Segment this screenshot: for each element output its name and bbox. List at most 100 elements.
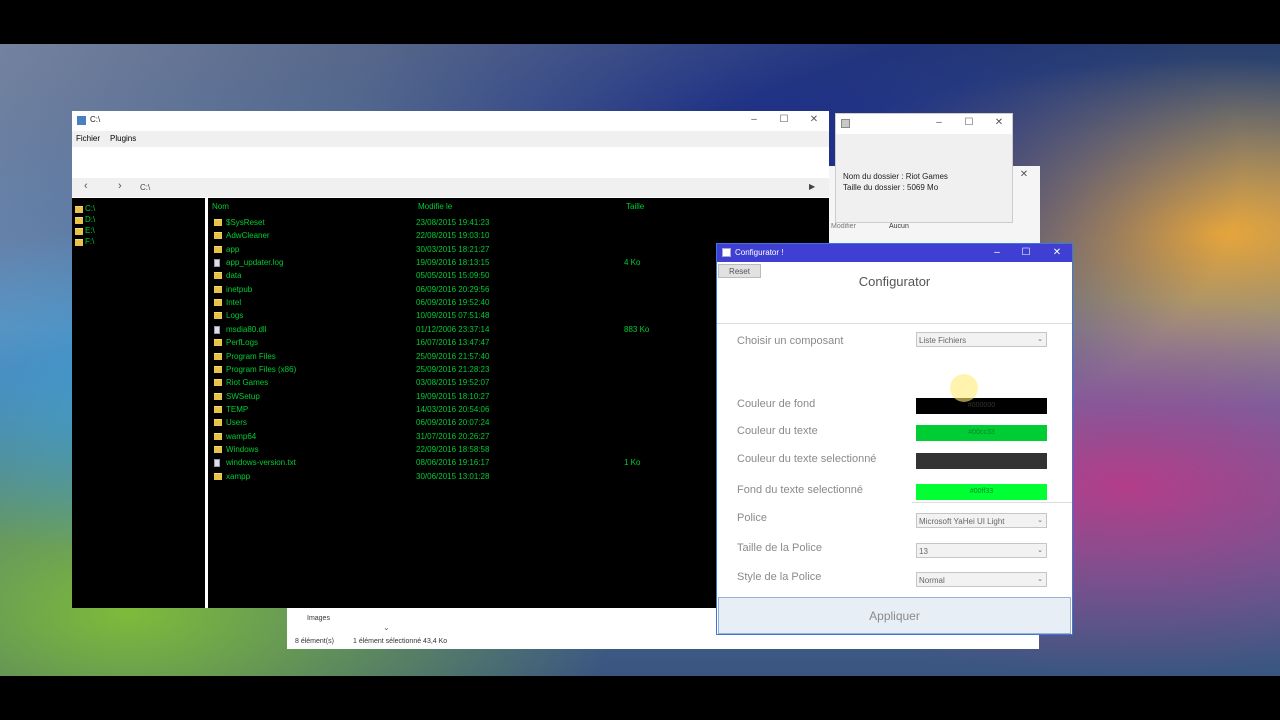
address-bar: ‹ › C:\ ▶ [72,178,829,197]
font-style-label: Style de la Police [737,571,822,583]
selected-bg-label: Fond du texte selectionné [737,484,863,496]
row-name[interactable]: app_updater.log [226,258,283,267]
row-date: 16/07/2016 13:47:47 [416,338,490,348]
maximize-icon[interactable]: ☐ [1020,247,1032,258]
go-icon[interactable]: ▶ [809,182,815,191]
row-name[interactable]: app [226,245,239,254]
maximize-icon[interactable]: ☐ [778,114,790,125]
font-size-label: Taille de la Police [737,542,822,554]
drive-item[interactable]: F:\ [85,237,94,246]
selected-bg-swatch[interactable]: #00ff33 [916,484,1047,500]
bg-color-swatch[interactable]: #000000 [916,398,1047,414]
row-name[interactable]: Intel [226,298,241,307]
minimize-icon[interactable]: – [991,247,1003,258]
font-style-select[interactable]: Normal ⌄ [916,572,1047,587]
apply-button[interactable]: Appliquer [718,597,1071,634]
aucun-label[interactable]: Aucun [889,223,909,230]
back-icon[interactable]: ‹ [84,180,88,192]
text-color-swatch[interactable]: #00cc33 [916,425,1047,441]
folder-icon [75,228,83,235]
row-name[interactable]: Riot Games [226,378,268,387]
row-date: 22/09/2016 18:58:58 [416,444,490,454]
folder-icon [214,272,222,280]
close-icon[interactable]: ✕ [808,114,820,125]
menu-fichier[interactable]: Fichier [76,134,100,143]
folder-icon [214,299,222,307]
row-name[interactable]: AdwCleaner [226,231,270,240]
drive-item[interactable]: C:\ [85,204,95,213]
row-name[interactable]: data [226,271,242,280]
selected-text-color-swatch[interactable] [916,453,1047,469]
maximize-icon[interactable]: ☐ [963,117,975,128]
component-value: Liste Fichiers [919,336,967,345]
items-count: 8 élément(s) [295,638,334,645]
column-name[interactable]: Nom [212,202,229,211]
folder-icon [214,365,222,373]
font-select[interactable]: Microsoft YaHei UI Light ⌄ [916,513,1047,528]
row-name[interactable]: windows-version.txt [226,458,296,467]
close-icon[interactable]: ✕ [1051,247,1063,258]
component-label: Choisir un composant [737,335,844,347]
row-date: 08/06/2016 19:16:17 [416,458,490,468]
row-date: 31/07/2016 20:26:27 [416,431,490,441]
row-name[interactable]: Program Files (x86) [226,365,296,374]
row-date: 25/09/2016 21:28:23 [416,364,490,374]
row-date: 30/06/2015 13:01:28 [416,471,490,481]
chevron-down-icon[interactable]: ⌄ [383,623,390,632]
folder-icon [214,419,222,427]
row-name[interactable]: Users [226,418,247,427]
font-style-value: Normal [919,576,945,585]
folder-icon [214,352,222,360]
close-icon[interactable]: ✕ [1018,169,1030,180]
chevron-down-icon: ⌄ [1037,547,1043,554]
folder-icon [75,217,83,224]
images-item[interactable]: Images [307,615,330,622]
cursor-highlight [950,374,978,402]
row-size: 4 Ko [624,258,641,268]
row-name[interactable]: SWSetup [226,392,260,401]
row-date: 03/08/2015 19:52:07 [416,378,490,388]
chevron-down-icon: ⌄ [1037,336,1043,343]
folder-icon [214,432,222,440]
row-name[interactable]: $SysReset [226,218,265,227]
forward-icon[interactable]: › [118,180,122,192]
toolbar-area [72,147,829,178]
row-name[interactable]: PerfLogs [226,338,258,347]
row-date: 01/12/2006 23:37:14 [416,324,490,334]
row-name[interactable]: Windows [226,445,258,454]
folder-icon [75,239,83,246]
modifier-label: Modifier [831,223,856,230]
column-modified[interactable]: Modifie le [418,202,452,211]
row-date: 30/03/2015 18:21:27 [416,244,490,254]
component-select[interactable]: Liste Fichiers ⌄ [916,332,1047,347]
font-size-select[interactable]: 13 ⌄ [916,543,1047,558]
font-label: Police [737,512,767,524]
row-name[interactable]: Program Files [226,352,276,361]
column-size[interactable]: Taille [626,202,644,211]
row-name[interactable]: xampp [226,472,250,481]
drive-tree: C:\ D:\ E:\ F:\ [72,198,205,608]
menu-plugins[interactable]: Plugins [110,134,136,143]
file-icon [214,325,220,334]
divider [912,502,1072,503]
row-name[interactable]: Logs [226,311,243,320]
folder-name-text: Nom du dossier : Riot Games [843,172,948,181]
close-icon[interactable]: ✕ [993,117,1005,128]
address-path[interactable]: C:\ [140,183,150,192]
window-title: C:\ [90,115,101,124]
row-date: 06/09/2016 19:52:40 [416,298,490,308]
row-name[interactable]: msdia80.dll [226,325,266,334]
folder-icon [214,312,222,320]
row-name[interactable]: inetpub [226,285,252,294]
dialog-title-bar: – ☐ ✕ [836,114,1012,134]
row-date: 22/08/2015 19:03:10 [416,231,490,241]
drive-item[interactable]: D:\ [85,215,95,224]
row-name[interactable]: TEMP [226,405,248,414]
minimize-icon[interactable]: – [748,114,760,125]
minimize-icon[interactable]: – [933,117,945,128]
row-name[interactable]: wamp64 [226,432,256,441]
divider [717,323,1072,324]
font-size-value: 13 [919,547,928,556]
folder-icon [214,445,222,453]
drive-item[interactable]: E:\ [85,226,95,235]
